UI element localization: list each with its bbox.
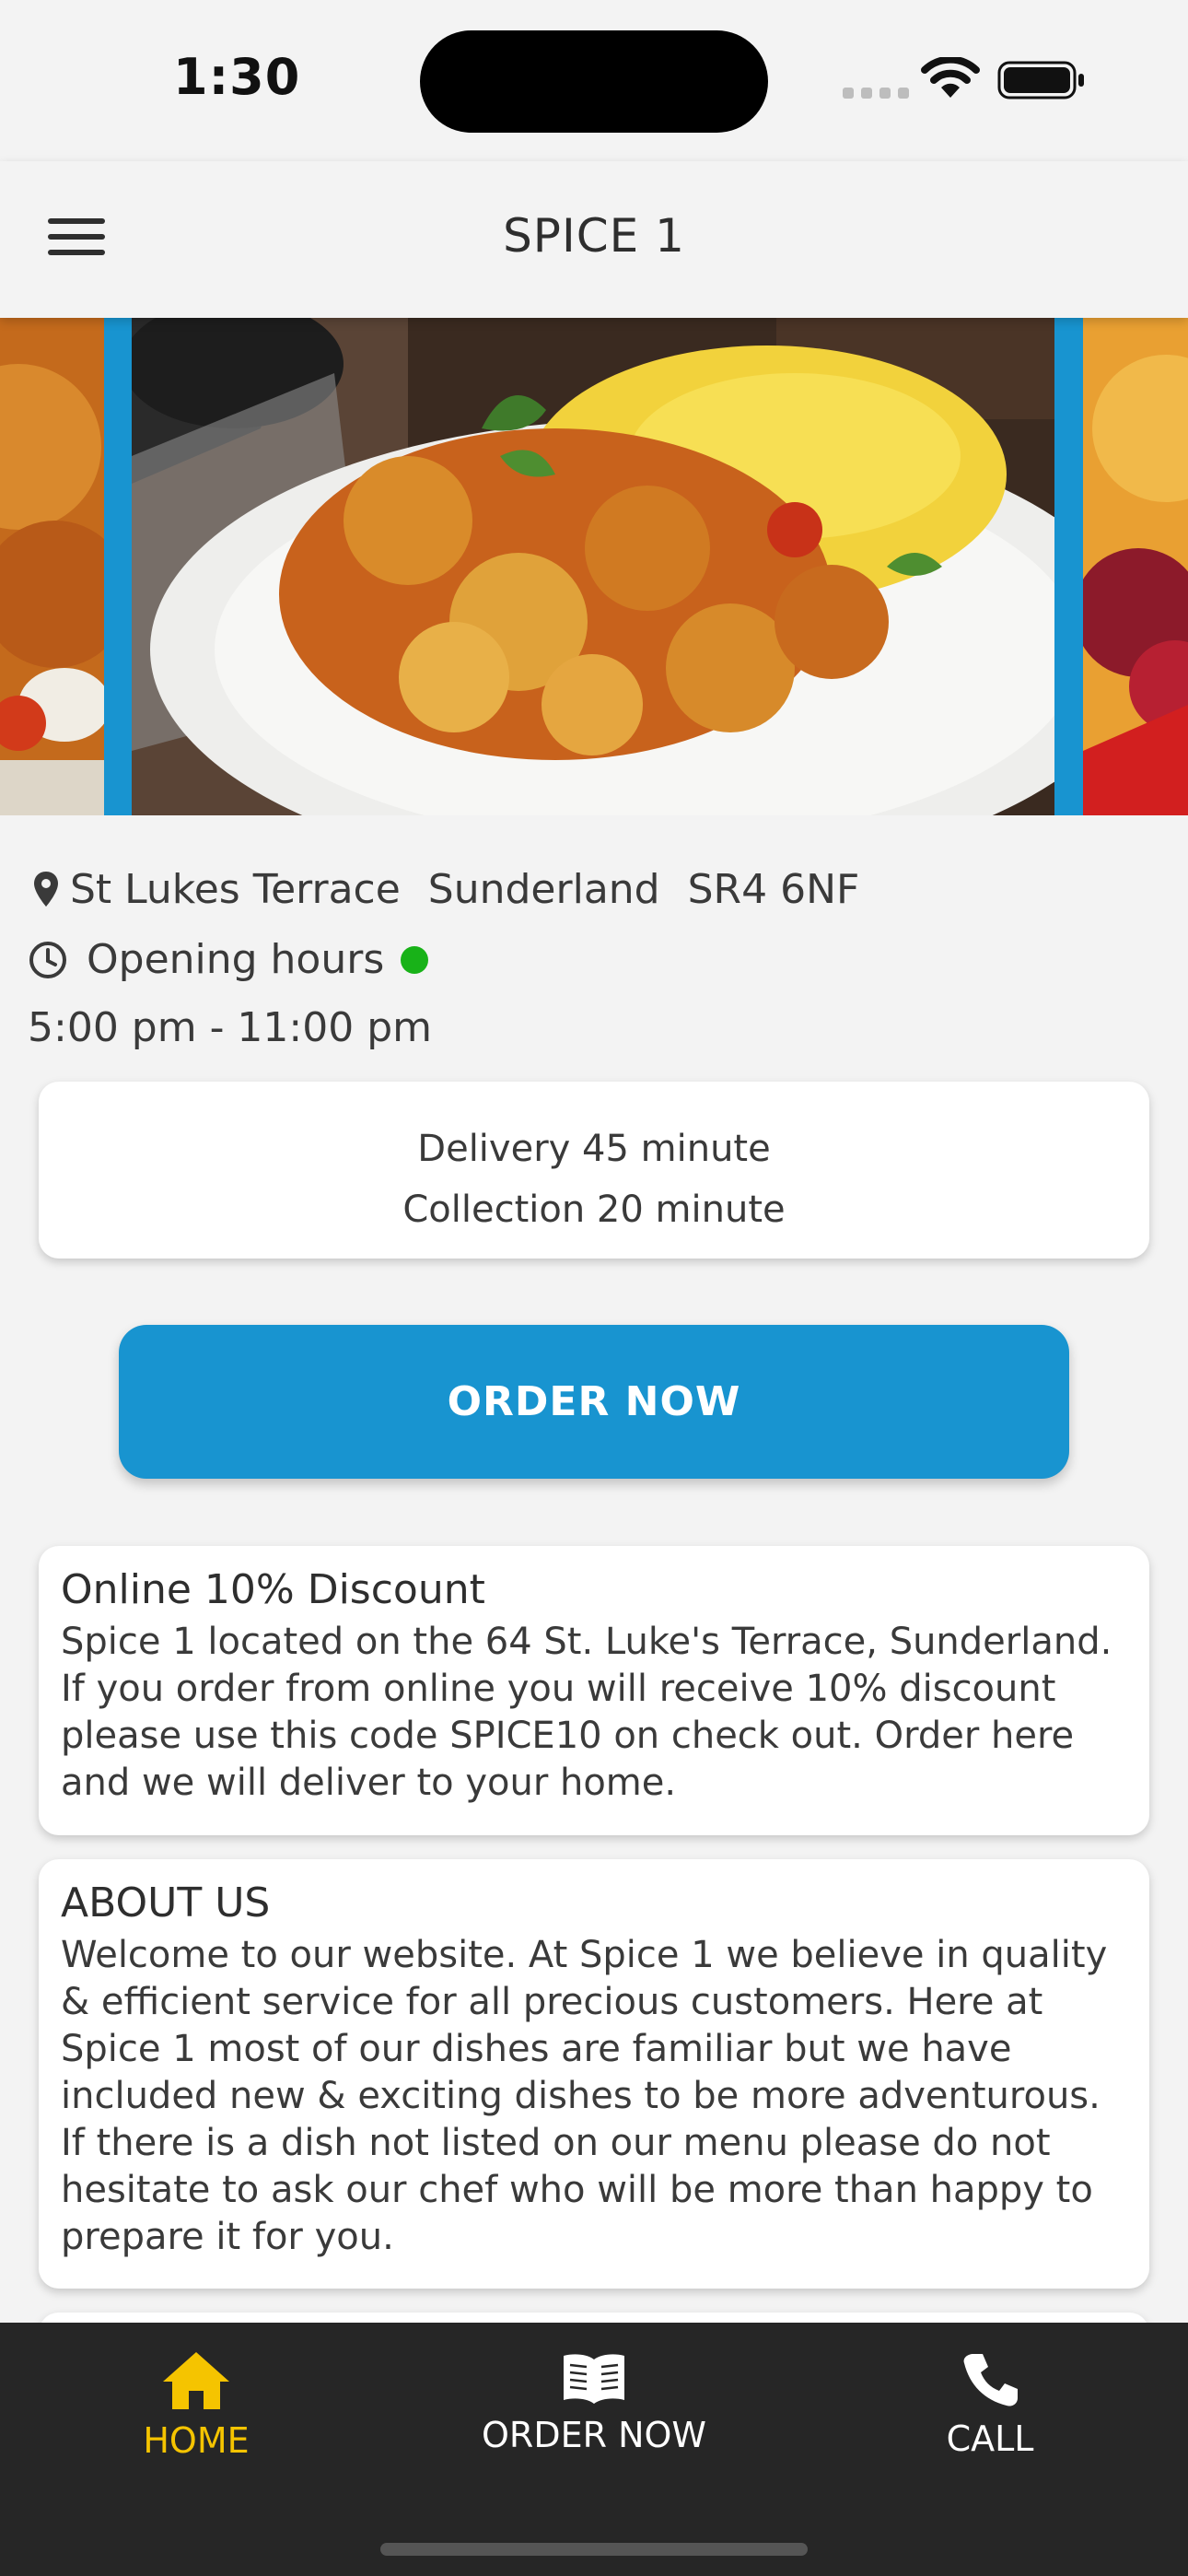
clock-icon <box>29 941 66 978</box>
discount-card: Online 10% Discount Spice 1 located on t… <box>39 1546 1149 1835</box>
status-time: 1:30 <box>173 48 301 106</box>
open-status-indicator <box>401 945 429 974</box>
bottom-navigation: HOME ORDER NOW CALL <box>0 2323 1188 2576</box>
opening-hours-row: Opening hours <box>28 936 429 983</box>
collection-time: Collection 20 minute <box>402 1188 786 1231</box>
about-title: ABOUT US <box>61 1879 271 1926</box>
image-carousel[interactable] <box>0 318 1188 815</box>
nav-call[interactable]: CALL <box>852 2350 1128 2459</box>
delivery-times-card: Delivery 45 minute Collection 20 minute <box>39 1082 1149 1259</box>
order-now-button[interactable]: ORDER NOW <box>119 1325 1069 1479</box>
about-card: ABOUT US Welcome to our website. At Spic… <box>39 1859 1149 2289</box>
carousel-slide-left[interactable] <box>0 318 104 815</box>
delivery-time: Delivery 45 minute <box>417 1128 771 1170</box>
battery-icon <box>997 61 1084 100</box>
nav-order-now[interactable]: ORDER NOW <box>456 2350 732 2455</box>
carousel-slide-main[interactable] <box>132 318 1054 815</box>
nav-home[interactable]: HOME <box>58 2350 334 2461</box>
app-header: SPICE 1 <box>0 161 1188 318</box>
opening-hours-label: Opening hours <box>87 936 385 983</box>
home-indicator[interactable] <box>380 2543 808 2556</box>
about-body: Welcome to our website. At Spice 1 we be… <box>61 1934 1108 2258</box>
address-postcode: SR4 6NF <box>687 866 860 913</box>
nav-call-label: CALL <box>946 2418 1034 2459</box>
status-bar: 1:30 <box>0 0 1188 161</box>
cellular-signal-icon <box>843 88 909 99</box>
address-street: St Lukes Terrace <box>70 866 401 913</box>
map-pin-icon <box>34 871 58 907</box>
discount-title: Online 10% Discount <box>61 1566 485 1613</box>
carousel-slide-right[interactable] <box>1083 318 1188 815</box>
address-row: St Lukes Terrace Sunderland SR4 6NF <box>31 866 887 913</box>
nav-home-label: HOME <box>143 2420 250 2461</box>
phone-icon <box>963 2354 1018 2406</box>
dynamic-island <box>420 30 768 133</box>
address-city: Sunderland <box>427 866 660 913</box>
nav-order-now-label: ORDER NOW <box>482 2415 706 2455</box>
opening-hours-time: 5:00 pm - 11:00 pm <box>28 1004 433 1051</box>
wifi-icon <box>921 57 980 98</box>
page-title: SPICE 1 <box>503 209 685 263</box>
book-icon <box>564 2354 624 2404</box>
discount-body: Spice 1 located on the 64 St. Luke's Ter… <box>61 1621 1112 1804</box>
home-icon <box>163 2352 229 2409</box>
